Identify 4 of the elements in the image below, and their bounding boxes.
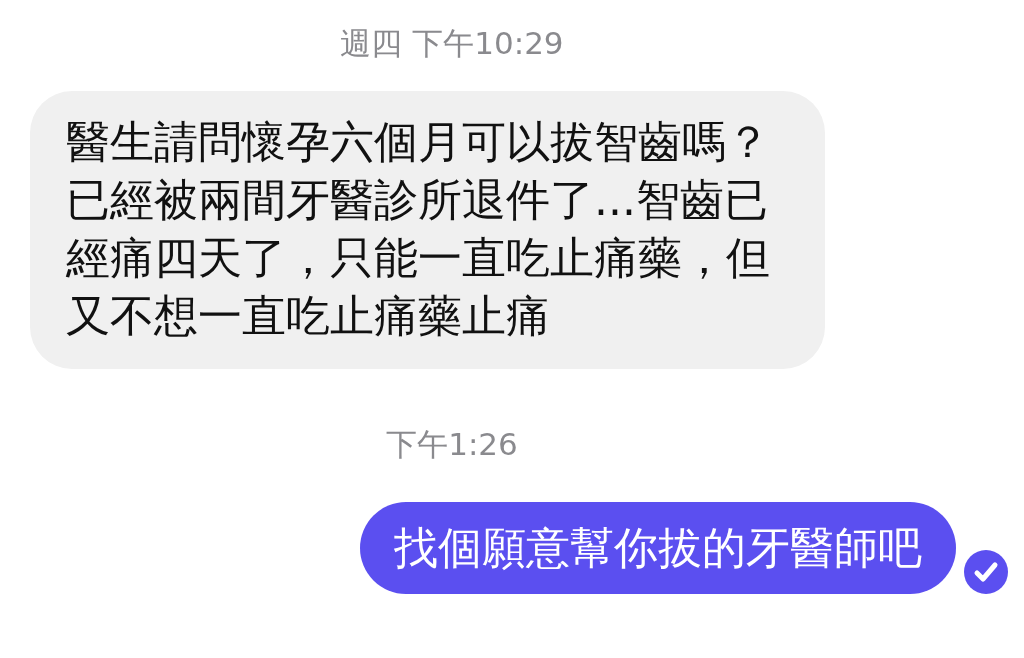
- timestamp: 下午1:26: [386, 426, 518, 462]
- message-bubble: 醫生請問懷孕六個月可以拔智齒嗎？已經被兩間牙醫診所退件了...智齒已經痛四天了，只能一直吃止痛藥，但又不想一直吃止痛藥止痛: [30, 91, 825, 369]
- timestamp: 週四 下午10:29: [340, 25, 564, 61]
- message-bubble: 找個願意幫你拔的牙醫師吧: [360, 502, 956, 594]
